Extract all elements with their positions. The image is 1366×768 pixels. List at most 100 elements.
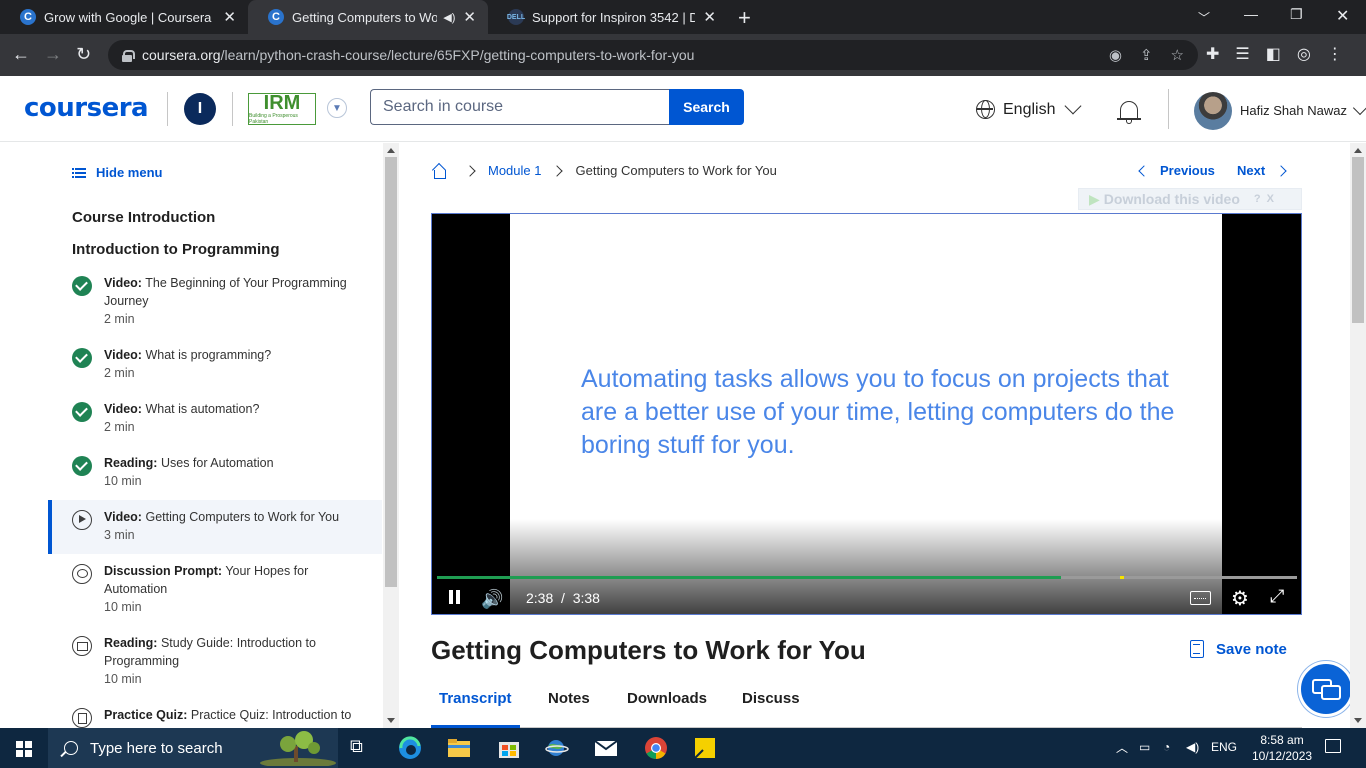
side-panel-icon[interactable]: ◧: [1266, 44, 1281, 64]
scroll-down-icon[interactable]: [387, 718, 395, 723]
back-arrow-icon[interactable]: ←: [12, 44, 30, 65]
reading-list-icon[interactable]: ☰: [1235, 44, 1249, 64]
list-item[interactable]: Practice Quiz: Practice Quiz: Introducti…: [48, 706, 382, 728]
search-highlight-tree-icon[interactable]: [258, 730, 336, 766]
minimize-icon[interactable]: —: [1244, 6, 1258, 22]
language-selector[interactable]: English: [976, 97, 1082, 119]
list-item[interactable]: Discussion Prompt: Your Hopes for Automa…: [48, 562, 382, 622]
video-progress-bar[interactable]: [437, 576, 1297, 579]
tab-discuss[interactable]: Discuss: [734, 690, 808, 728]
list-item[interactable]: Video: What is automation? 2 min: [48, 400, 382, 444]
battery-icon[interactable]: ▭: [1139, 740, 1150, 754]
bookmark-star-icon[interactable]: ☆: [1171, 46, 1184, 64]
avatar[interactable]: [1194, 92, 1232, 130]
wifi-icon[interactable]: ◔: [1163, 740, 1170, 754]
close-tab-icon[interactable]: ✕: [463, 8, 476, 26]
scroll-up-icon[interactable]: [1354, 148, 1362, 153]
scroll-down-icon[interactable]: [1354, 718, 1362, 723]
list-item[interactable]: Video: What is programming? 2 min: [48, 346, 382, 390]
volume-icon[interactable]: 🔊: [481, 589, 503, 610]
tab-search-chevron-icon[interactable]: ﹀: [1198, 9, 1210, 26]
course-search-input[interactable]: [370, 89, 670, 125]
file-explorer-icon[interactable]: [447, 736, 471, 760]
tab-transcript[interactable]: Transcript: [431, 690, 520, 729]
profile-icon[interactable]: ◎: [1297, 44, 1311, 64]
mail-icon[interactable]: [594, 736, 618, 760]
close-tab-icon[interactable]: ✕: [703, 8, 716, 26]
forward-arrow-icon[interactable]: →: [44, 44, 62, 65]
sidebar-scrollbar[interactable]: [383, 143, 399, 728]
address-bar[interactable]: coursera.org/learn/python-crash-course/l…: [108, 40, 1198, 70]
gear-icon[interactable]: ⚙: [1231, 586, 1249, 611]
download-video-overlay[interactable]: ▶ Download this video ? X: [1078, 188, 1302, 210]
microsoft-store-icon[interactable]: [497, 736, 521, 760]
bell-icon[interactable]: [1117, 99, 1142, 125]
play-circle-icon: [72, 510, 92, 530]
save-note-button[interactable]: Save note: [1190, 640, 1287, 658]
eye-icon[interactable]: ◉: [1109, 46, 1122, 64]
speaker-icon[interactable]: ◀): [443, 11, 455, 24]
windows-start-icon[interactable]: [16, 741, 32, 757]
check-circle-icon: [72, 276, 92, 296]
search-button[interactable]: Search: [669, 89, 744, 125]
list-item-current[interactable]: Video: Getting Computers to Work for You…: [48, 500, 382, 554]
chrome-icon[interactable]: [644, 736, 668, 760]
scrollbar-thumb[interactable]: [385, 157, 397, 587]
list-item[interactable]: Reading: Study Guide: Introduction to Pr…: [48, 634, 382, 694]
user-menu[interactable]: Hafiz Shah Nawaz: [1240, 100, 1366, 118]
list-item[interactable]: Reading: Uses for Automation 10 min: [48, 454, 382, 498]
home-icon[interactable]: [432, 164, 446, 179]
task-view-icon[interactable]: ⧉: [350, 736, 374, 760]
help-icon[interactable]: ?: [1254, 193, 1261, 205]
chevron-down-icon[interactable]: ▼: [327, 98, 347, 118]
scrollbar-thumb[interactable]: [1352, 157, 1364, 323]
org-badge[interactable]: I: [184, 93, 216, 125]
chat-support-button[interactable]: [1298, 661, 1354, 717]
chevron-right-icon: [551, 164, 564, 177]
globe-icon: [976, 100, 995, 119]
time-display: 2:38 / 3:38: [526, 590, 600, 606]
globe-app-icon[interactable]: [545, 736, 569, 760]
browser-tab-active-lecture[interactable]: C Getting Computers to Work ◀) ✕: [248, 0, 488, 34]
breadcrumb-module-link[interactable]: Module 1: [488, 163, 541, 178]
restore-icon[interactable]: ❐: [1290, 6, 1303, 23]
speaker-icon[interactable]: ◀): [1186, 740, 1199, 754]
section-title[interactable]: Introduction to Programming: [72, 241, 280, 258]
video-player[interactable]: Automating tasks allows you to focus on …: [431, 213, 1302, 615]
fullscreen-icon[interactable]: ⤢: [1270, 586, 1284, 607]
tray-chevron-up-icon[interactable]: ︿: [1116, 739, 1128, 756]
close-icon[interactable]: X: [1267, 193, 1274, 205]
notification-center-icon[interactable]: [1325, 739, 1341, 753]
sticky-notes-icon[interactable]: [693, 736, 717, 760]
close-tab-icon[interactable]: ✕: [223, 8, 236, 26]
pause-icon[interactable]: [448, 590, 462, 604]
progress-fill: [437, 576, 1061, 579]
partner-logo[interactable]: IRM Building a Prosperous Pakistan: [248, 93, 316, 125]
section-title[interactable]: Course Introduction: [72, 209, 215, 226]
new-tab-icon[interactable]: +: [738, 5, 751, 31]
input-language[interactable]: ENG: [1211, 740, 1237, 754]
share-icon[interactable]: ⇪: [1140, 46, 1153, 64]
previous-button[interactable]: Previous: [1138, 163, 1215, 178]
scroll-up-icon[interactable]: [387, 148, 395, 153]
next-button[interactable]: Next: [1237, 163, 1287, 178]
page-scrollbar[interactable]: [1350, 143, 1366, 728]
edge-browser-icon[interactable]: [398, 736, 422, 760]
dell-favicon-icon: DELL: [507, 9, 525, 25]
hide-menu-button[interactable]: Hide menu: [72, 165, 162, 180]
tab-notes[interactable]: Notes: [540, 690, 598, 728]
tab-downloads[interactable]: Downloads: [619, 690, 715, 728]
close-window-icon[interactable]: ✕: [1336, 6, 1349, 26]
system-clock[interactable]: 8:58 am 10/12/2023: [1252, 732, 1312, 764]
reload-icon[interactable]: ↻: [76, 44, 91, 65]
check-circle-icon: [72, 456, 92, 476]
captions-icon[interactable]: [1190, 591, 1211, 605]
breadcrumb-current: Getting Computers to Work for You: [575, 163, 777, 178]
list-item[interactable]: Video: The Beginning of Your Programming…: [48, 274, 382, 334]
extensions-puzzle-icon[interactable]: ✚: [1206, 44, 1219, 64]
browser-tab-dell-support[interactable]: DELL Support for Inspiron 3542 | Drive ✕: [488, 0, 728, 34]
lock-icon[interactable]: [122, 49, 135, 62]
coursera-logo[interactable]: coursera: [24, 93, 149, 123]
browser-tab-coursera-grow[interactable]: C Grow with Google | Coursera ✕: [0, 0, 248, 34]
menu-kebab-icon[interactable]: ⋮: [1327, 44, 1343, 64]
